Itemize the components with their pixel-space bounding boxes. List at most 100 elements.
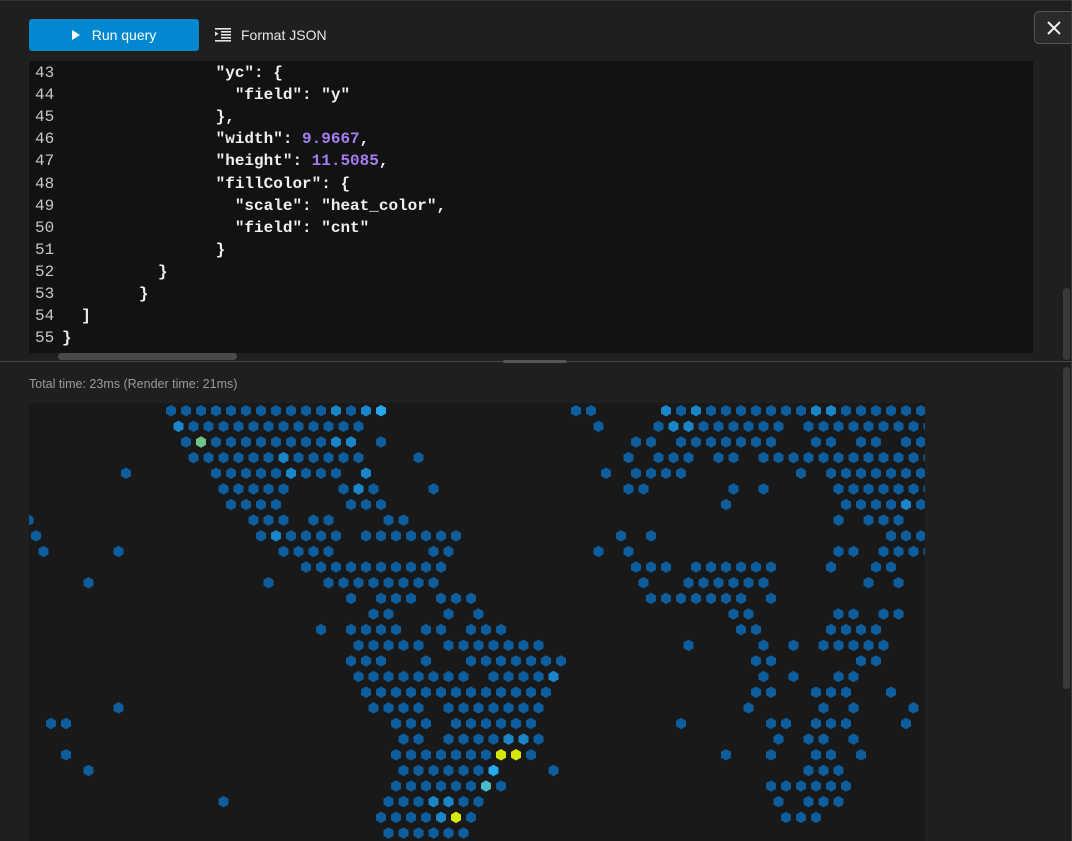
hex-cell[interactable] [473, 702, 484, 714]
hex-cell[interactable] [256, 436, 266, 448]
hex-cell[interactable] [751, 561, 761, 573]
hex-cell[interactable] [728, 483, 739, 495]
hex-cell[interactable] [443, 545, 454, 558]
hex-cell[interactable] [863, 451, 874, 464]
hex-cell[interactable] [773, 795, 784, 808]
hex-cell[interactable] [766, 436, 776, 448]
hex-cell[interactable] [788, 670, 799, 683]
hex-cell[interactable] [308, 545, 319, 558]
hex-cell[interactable] [308, 451, 319, 464]
hex-cell[interactable] [391, 561, 401, 573]
hex-cell[interactable] [271, 436, 281, 448]
hex-cell[interactable] [691, 561, 701, 573]
hex-cell[interactable] [503, 702, 514, 714]
hex-cell[interactable] [421, 530, 431, 542]
hex-cell[interactable] [436, 749, 446, 761]
hex-cell[interactable] [653, 420, 664, 433]
hex-cell[interactable] [668, 420, 679, 433]
hex-cell[interactable] [856, 655, 866, 667]
hex-cell[interactable] [848, 420, 859, 433]
hex-cell[interactable] [218, 795, 229, 808]
hex-cell[interactable] [406, 780, 416, 792]
hex-cell[interactable] [271, 467, 281, 480]
hex-cell[interactable] [278, 451, 289, 464]
hex-cell[interactable] [31, 530, 41, 542]
hex-cell[interactable] [856, 436, 866, 448]
hex-cell[interactable] [826, 561, 836, 573]
hex-cell[interactable] [376, 811, 386, 824]
hex-cell[interactable] [323, 420, 334, 433]
hex-cell[interactable] [38, 545, 49, 558]
hex-cell[interactable] [398, 764, 409, 777]
hex-cell[interactable] [863, 514, 874, 526]
hex-cell[interactable] [443, 733, 454, 745]
hex-cell[interactable] [361, 655, 371, 667]
json-editor[interactable]: 43 "yc": {44 "field": "y" 45 }, 46 "width"… [29, 61, 1033, 353]
hex-cell[interactable] [241, 436, 251, 448]
hex-cell[interactable] [346, 436, 356, 448]
hex-cell[interactable] [736, 623, 746, 636]
hex-cell[interactable] [398, 827, 409, 839]
hex-cell[interactable] [391, 592, 401, 605]
hex-cell[interactable] [488, 733, 499, 745]
hex-cell[interactable] [301, 530, 311, 542]
hex-cell[interactable] [631, 436, 641, 448]
hex-cell[interactable] [391, 780, 401, 792]
hex-cell[interactable] [346, 405, 356, 417]
hex-cell[interactable] [436, 811, 446, 824]
hex-cell[interactable] [353, 483, 364, 495]
hex-cell[interactable] [211, 405, 221, 417]
hex-cell[interactable] [503, 670, 514, 683]
hex-cell[interactable] [751, 623, 761, 636]
hex-cell[interactable] [638, 483, 649, 495]
hex-cell[interactable] [218, 451, 229, 464]
hex-cell[interactable] [376, 655, 386, 667]
hex-cell[interactable] [398, 514, 409, 526]
hex-cell[interactable] [878, 420, 889, 433]
hex-cell[interactable] [833, 483, 844, 495]
close-button[interactable] [1034, 11, 1072, 44]
hex-cell[interactable] [766, 780, 776, 792]
hex-cell[interactable] [331, 436, 341, 448]
hex-cell[interactable] [361, 686, 371, 699]
hex-cell[interactable] [226, 436, 236, 448]
hex-cell[interactable] [338, 451, 349, 464]
hex-cell[interactable] [278, 483, 289, 495]
hex-cell[interactable] [421, 655, 431, 667]
hex-cell[interactable] [751, 655, 761, 667]
hex-cell[interactable] [196, 436, 206, 448]
hex-cell[interactable] [878, 514, 889, 526]
hex-cell[interactable] [811, 811, 821, 824]
hex-cell[interactable] [383, 670, 394, 683]
hex-cell[interactable] [293, 420, 304, 433]
hex-cell[interactable] [893, 608, 904, 620]
hex-cell[interactable] [181, 405, 191, 417]
hex-cell[interactable] [346, 498, 356, 511]
hex-cell[interactable] [338, 483, 349, 495]
hex-cell[interactable] [323, 514, 334, 526]
hex-cell[interactable] [211, 467, 221, 480]
hex-cell[interactable] [391, 686, 401, 699]
hex-cell[interactable] [571, 405, 581, 417]
hex-cell[interactable] [871, 498, 881, 511]
hex-cell[interactable] [488, 702, 499, 714]
hex-cell[interactable] [436, 561, 446, 573]
hex-cell[interactable] [368, 702, 379, 714]
hex-cell[interactable] [443, 670, 454, 683]
hex-cell[interactable] [676, 405, 686, 417]
hex-cell[interactable] [376, 592, 386, 605]
hex-cell[interactable] [256, 530, 266, 542]
hex-cell[interactable] [863, 420, 874, 433]
format-json-button[interactable]: Format JSON [215, 19, 327, 51]
hex-cell[interactable] [361, 561, 371, 573]
hex-cell[interactable] [278, 545, 289, 558]
hex-cell[interactable] [886, 686, 896, 699]
hex-cell[interactable] [496, 749, 506, 761]
hex-cell[interactable] [908, 420, 919, 433]
hex-cell[interactable] [413, 639, 424, 652]
hex-cell[interactable] [863, 483, 874, 495]
hex-cell[interactable] [166, 405, 176, 417]
hex-cell[interactable] [278, 420, 289, 433]
hex-cell[interactable] [841, 717, 851, 730]
hex-cell[interactable] [398, 577, 409, 589]
